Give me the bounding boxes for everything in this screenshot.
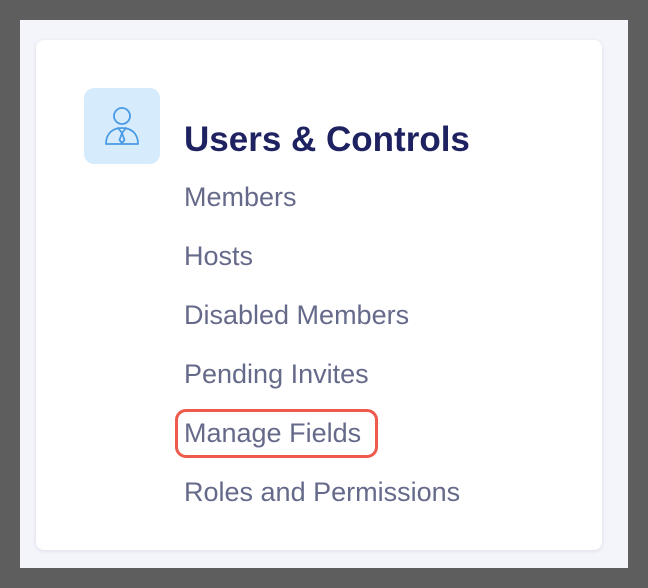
section-icon-tile bbox=[84, 88, 160, 164]
users-controls-menu: Members Hosts Disabled Members Pending I… bbox=[174, 168, 460, 522]
menu-item-manage-fields[interactable]: Manage Fields bbox=[174, 404, 460, 463]
menu-item-label: Disabled Members bbox=[184, 300, 410, 330]
page-canvas: Users & Controls Members Hosts Disabled … bbox=[20, 20, 628, 568]
menu-item-hosts[interactable]: Hosts bbox=[184, 227, 460, 286]
menu-item-label: Roles and Permissions bbox=[184, 477, 461, 507]
menu-item-disabled-members[interactable]: Disabled Members bbox=[184, 286, 460, 345]
menu-item-label: Members bbox=[184, 182, 297, 212]
user-tie-icon bbox=[105, 107, 139, 145]
menu-item-pending-invites[interactable]: Pending Invites bbox=[184, 345, 460, 404]
menu-item-members[interactable]: Members bbox=[184, 168, 460, 227]
section-title: Users & Controls bbox=[184, 120, 470, 159]
menu-item-label: Pending Invites bbox=[184, 359, 369, 389]
menu-item-label: Hosts bbox=[184, 241, 254, 271]
menu-item-roles-and-permissions[interactable]: Roles and Permissions bbox=[184, 463, 460, 522]
menu-item-label: Manage Fields bbox=[174, 409, 379, 458]
users-controls-card: Users & Controls Members Hosts Disabled … bbox=[36, 40, 602, 550]
